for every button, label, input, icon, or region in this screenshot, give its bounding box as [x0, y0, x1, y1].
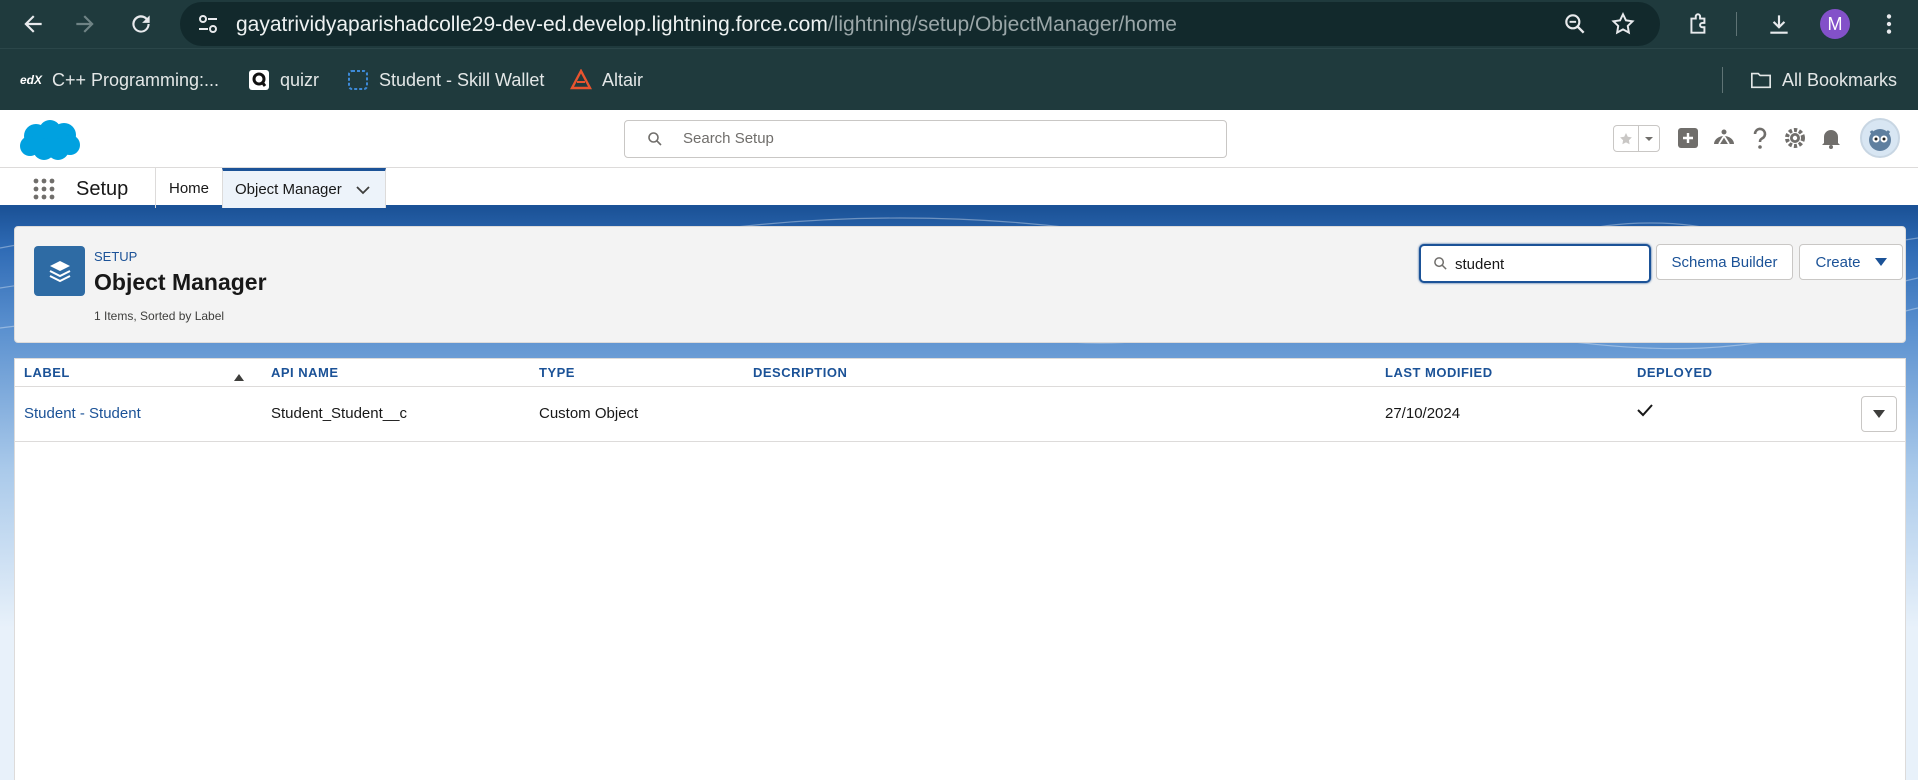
edx-icon: edX: [20, 73, 43, 87]
object-manager-header: SETUP Object Manager 1 Items, Sorted by …: [14, 226, 1906, 343]
caret-down-icon: [1874, 258, 1887, 266]
app-name: Setup: [76, 178, 129, 200]
help-icon[interactable]: [1746, 124, 1774, 152]
row-actions-menu[interactable]: [1861, 396, 1897, 432]
bookmark-quizr[interactable]: quizr: [248, 67, 319, 93]
zoom-icon[interactable]: [1562, 11, 1588, 37]
quick-find-input[interactable]: [1455, 254, 1635, 274]
create-button[interactable]: Create: [1799, 244, 1903, 280]
page-title: Object Manager: [94, 269, 267, 295]
column-header-label[interactable]: LABEL: [24, 365, 70, 380]
schema-builder-button[interactable]: Schema Builder: [1656, 244, 1793, 280]
url-text: gayatrividyaparishadcolle29-dev-ed.devel…: [236, 13, 1177, 36]
search-icon: [647, 131, 663, 147]
forward-icon[interactable]: [72, 11, 98, 37]
deployed-check-icon: [1637, 403, 1653, 421]
row-menu-caret-icon: [1873, 410, 1885, 418]
download-icon[interactable]: [1766, 11, 1792, 37]
altair-icon: [570, 69, 592, 91]
sort-ascending-icon[interactable]: [234, 368, 244, 381]
favorites-star-icon[interactable]: [1614, 126, 1639, 151]
bookmark-altair[interactable]: Altair: [570, 67, 643, 93]
bookmark-label: quizr: [280, 69, 320, 90]
tab-home[interactable]: Home: [157, 168, 221, 208]
tab-object-manager[interactable]: Object Manager: [222, 168, 386, 208]
all-bookmarks-label: All Bookmarks: [1782, 69, 1898, 90]
user-avatar[interactable]: [1860, 118, 1900, 158]
favorites-group: [1613, 125, 1660, 152]
all-bookmarks[interactable]: All Bookmarks: [1750, 67, 1897, 93]
global-actions-icon[interactable]: [1674, 124, 1702, 152]
search-placeholder: Search Setup: [683, 130, 774, 147]
bookmark-label: C++ Programming:...: [52, 69, 220, 90]
browser-menu-icon[interactable]: [1876, 11, 1902, 37]
salesforce-logo[interactable]: [18, 118, 82, 162]
notifications-bell-icon[interactable]: [1817, 124, 1845, 152]
toolbar-divider: [1736, 12, 1737, 36]
bookmark-label: Student - Skill Wallet: [379, 69, 545, 90]
global-header: Search Setup: [0, 110, 1918, 168]
tab-label: Object Manager: [235, 181, 342, 198]
back-icon[interactable]: [20, 11, 46, 37]
bookmark-star-icon[interactable]: [1610, 11, 1636, 37]
search-icon: [1433, 256, 1448, 271]
folder-icon: [1750, 69, 1772, 91]
tab-label: Home: [169, 179, 210, 197]
profile-avatar[interactable]: M: [1820, 9, 1850, 39]
bookmark-cpp[interactable]: edX C++ Programming:...: [20, 67, 219, 93]
quizr-icon: [248, 69, 270, 91]
column-header-description[interactable]: DESCRIPTION: [753, 365, 847, 380]
column-header-type[interactable]: TYPE: [539, 365, 575, 380]
site-settings-icon[interactable]: [196, 12, 220, 36]
chevron-down-icon[interactable]: [356, 185, 370, 195]
bookmarks-divider: [1722, 67, 1723, 93]
last-modified-cell: 27/10/2024: [1385, 405, 1461, 422]
column-header-last-modified[interactable]: LAST MODIFIED: [1385, 365, 1493, 380]
object-label-link[interactable]: Student - Student: [24, 405, 141, 422]
column-header-api-name[interactable]: API NAME: [271, 365, 339, 380]
app-navigation: Setup Home Object Manager: [0, 168, 1918, 208]
favorites-dropdown-icon[interactable]: [1639, 126, 1659, 151]
breadcrumb[interactable]: SETUP: [94, 249, 137, 264]
bookmark-skill-wallet[interactable]: Student - Skill Wallet: [347, 67, 544, 93]
quick-find-field[interactable]: [1419, 244, 1651, 283]
type-cell: Custom Object: [539, 405, 639, 422]
bookmark-label: Altair: [602, 69, 644, 90]
skill-wallet-icon: [347, 69, 369, 91]
list-meta-text: 1 Items, Sorted by Label: [94, 309, 225, 323]
table-row: Student - Student Student_Student__c Cus…: [15, 387, 1905, 442]
browser-toolbar: gayatrividyaparishadcolle29-dev-ed.devel…: [0, 0, 1918, 48]
api-name-cell: Student_Student__c: [271, 405, 407, 422]
gear-icon[interactable]: [1781, 124, 1809, 152]
app-launcher-icon[interactable]: [32, 177, 56, 201]
column-header-deployed[interactable]: DEPLOYED: [1637, 365, 1713, 380]
table-header: LABEL API NAME TYPE DESCRIPTION LAST MOD…: [15, 359, 1905, 387]
create-button-label: Create: [1815, 253, 1861, 271]
bookmarks-bar: edX C++ Programming:... quizr Student - …: [0, 48, 1918, 110]
object-list-table: LABEL API NAME TYPE DESCRIPTION LAST MOD…: [14, 358, 1906, 780]
setup-search-input[interactable]: Search Setup: [624, 120, 1227, 158]
object-manager-layers-icon: [34, 246, 85, 296]
address-bar[interactable]: gayatrividyaparishadcolle29-dev-ed.devel…: [180, 2, 1660, 46]
nav-divider: [155, 168, 156, 208]
extensions-icon[interactable]: [1686, 11, 1712, 37]
reload-icon[interactable]: [128, 11, 154, 37]
trailhead-icon[interactable]: [1710, 124, 1738, 152]
